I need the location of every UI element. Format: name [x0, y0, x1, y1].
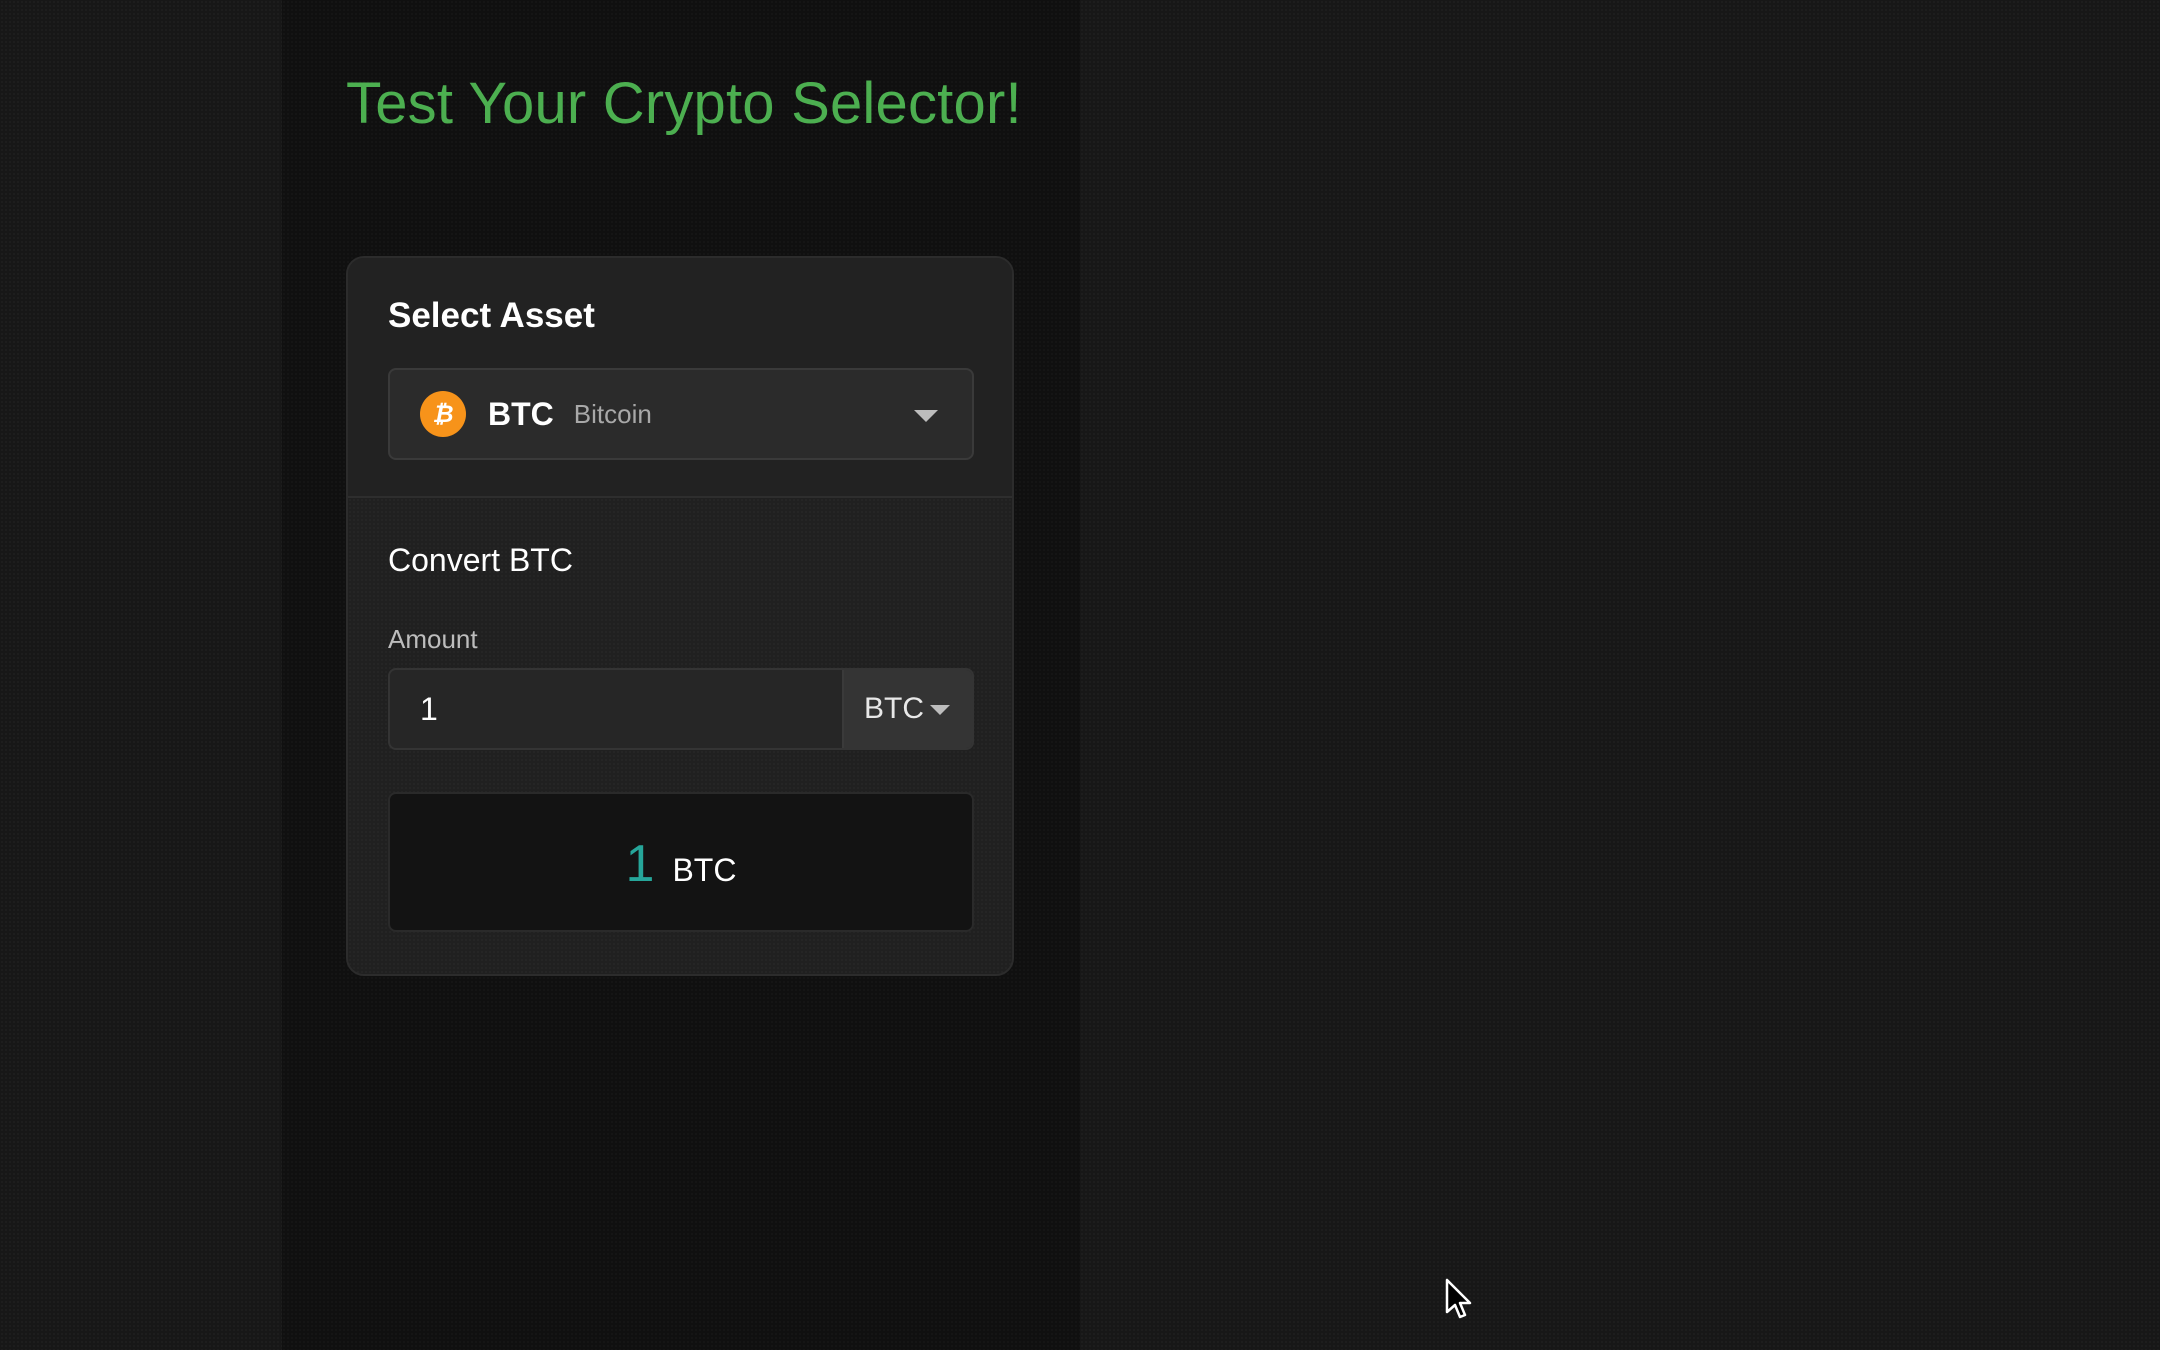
selected-asset-symbol: BTC — [488, 395, 554, 432]
crypto-selector-card: Select Asset ₿ BTC Bitcoin Convert BTC A… — [346, 256, 1014, 976]
amount-input[interactable] — [390, 670, 842, 748]
amount-label: Amount — [388, 624, 478, 654]
bitcoin-icon: ₿ — [420, 391, 466, 437]
result-unit: BTC — [672, 852, 737, 888]
convert-heading: Convert BTC — [388, 542, 573, 578]
result-value: 1 — [625, 835, 655, 893]
chevron-down-icon — [930, 705, 950, 715]
svg-text:₿: ₿ — [432, 401, 453, 428]
page-title: Test Your Crypto Selector! — [346, 71, 1022, 136]
chevron-down-icon — [914, 410, 938, 422]
selected-asset-name: Bitcoin — [573, 398, 652, 429]
mouse-cursor-icon — [1445, 1278, 1472, 1319]
asset-dropdown[interactable]: ₿ BTC Bitcoin — [388, 368, 974, 460]
conversion-result: 1 BTC — [388, 792, 974, 932]
amount-input-group: BTC — [388, 668, 974, 750]
unit-dropdown[interactable]: BTC — [842, 670, 972, 748]
unit-dropdown-value: BTC — [864, 692, 924, 725]
page-background: Test Your Crypto Selector! Select Asset … — [0, 0, 2160, 1350]
select-asset-heading: Select Asset — [388, 296, 595, 335]
